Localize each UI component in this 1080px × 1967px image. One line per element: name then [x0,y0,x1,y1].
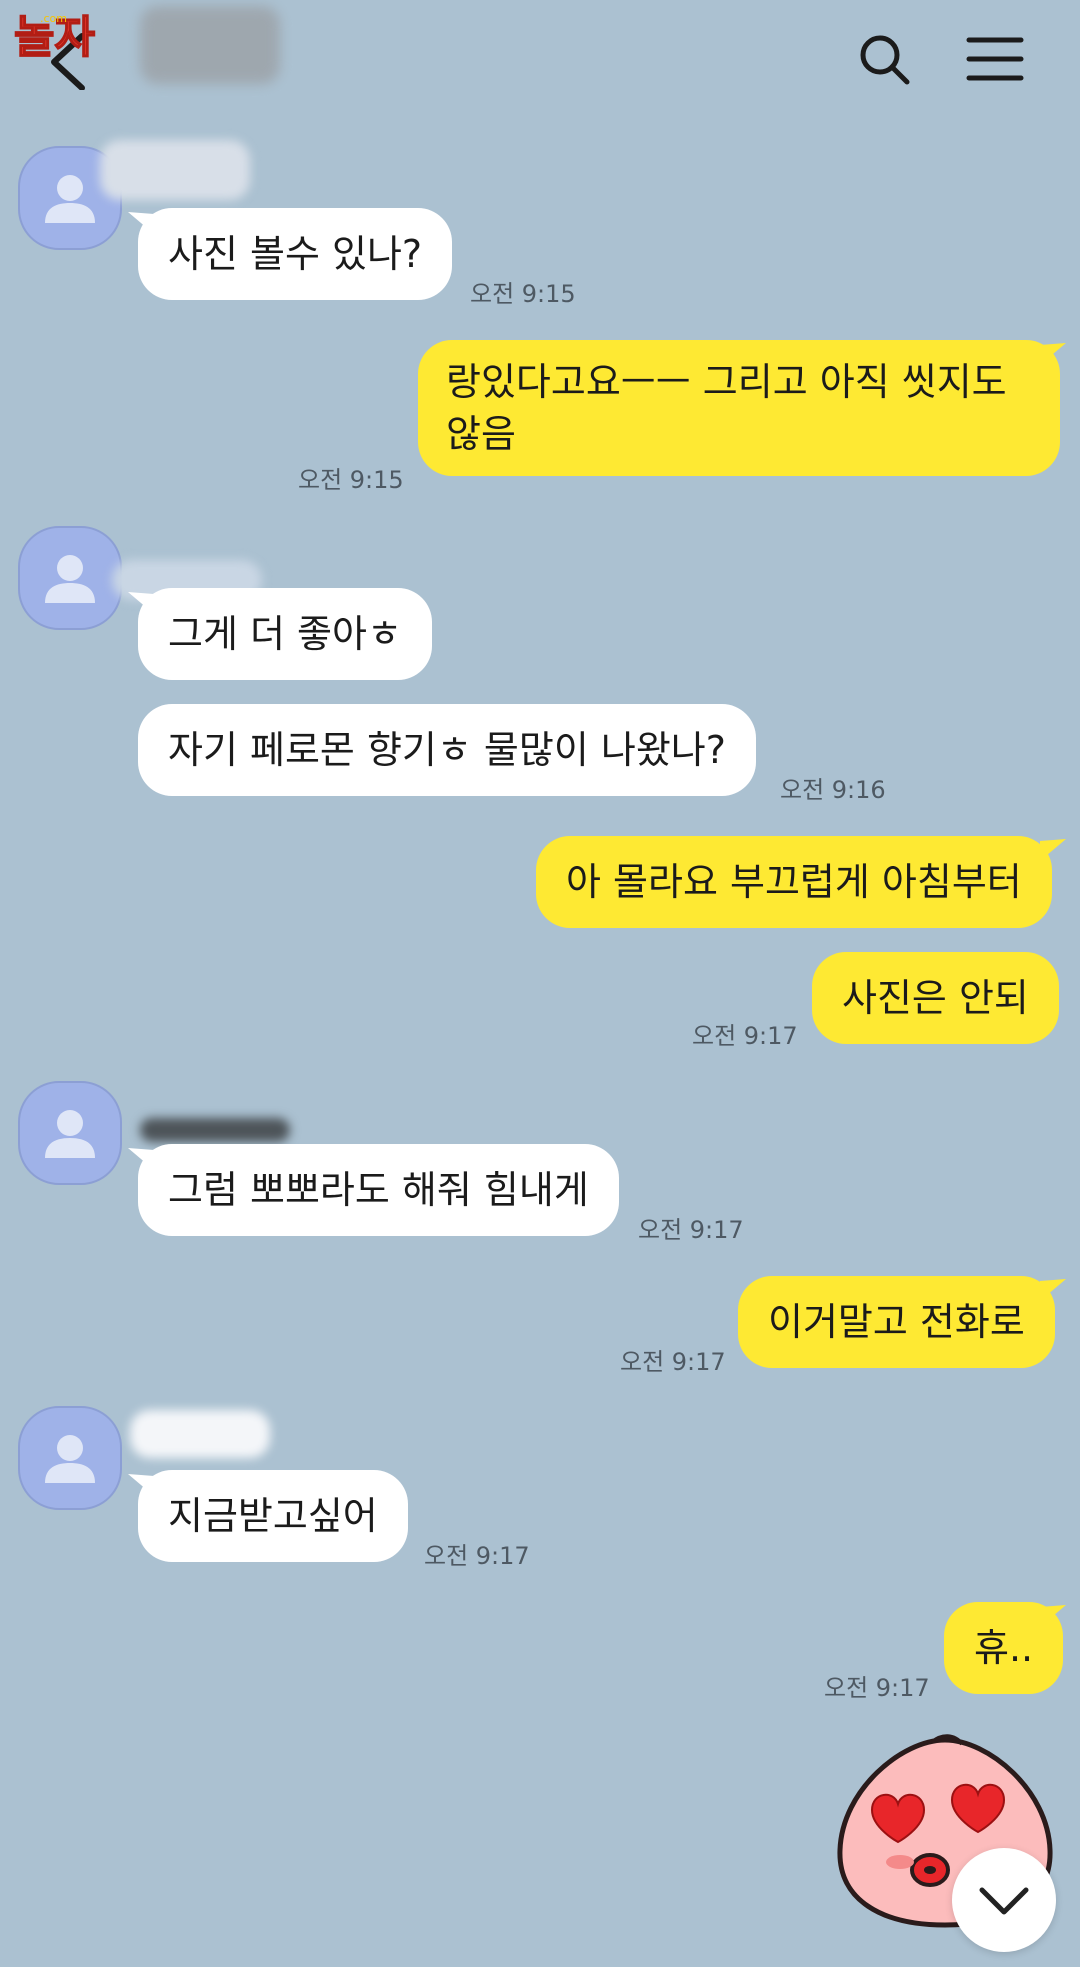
chat-header: 놀자 .com [0,0,1080,120]
bubble-tail [1040,1605,1066,1627]
message-bubble[interactable]: 아 몰라요 부끄럽게 아침부터 [536,836,1052,928]
chat-title-blurred [140,6,280,84]
message-time: 오전 9:17 [692,1022,798,1050]
sender-avatar[interactable] [17,1080,123,1186]
bubble-tail [1040,839,1066,861]
message-time: 오전 9:17 [620,1348,726,1376]
bubble-tail [1040,1279,1066,1301]
bubble-tail [128,1148,154,1170]
message-bubble[interactable]: 랑있다고요ㅡㅡ 그리고 아직 씻지도 않음 [418,340,1060,476]
message-time: 오전 9:16 [780,776,886,804]
sender-name-blurred [140,1118,290,1142]
message-time: 오전 9:15 [470,280,576,308]
bubble-tail [128,212,154,234]
search-icon[interactable] [855,30,915,90]
message-time: 오전 9:15 [298,466,404,494]
scroll-to-bottom-button[interactable] [952,1848,1056,1952]
chevron-down-icon [979,1887,1029,1915]
bubble-tail [128,592,154,614]
svg-text:.com: .com [40,12,67,25]
sender-avatar[interactable] [17,1405,123,1511]
message-bubble[interactable]: 지금받고싶어 [138,1470,408,1562]
bubble-tail [128,1474,154,1496]
bubble-tail [1040,343,1066,365]
message-bubble[interactable]: 이거말고 전화로 [738,1276,1055,1368]
sender-name-blurred [130,1410,270,1458]
watermark-logo: 놀자 .com [13,11,95,60]
message-bubble[interactable]: 사진 볼수 있나? [138,208,453,300]
message-bubble[interactable]: 그게 더 좋아ㅎ [138,588,432,680]
message-time: 오전 9:17 [638,1216,744,1244]
message-bubble[interactable]: 그럼 뽀뽀라도 해줘 힘내게 [138,1144,619,1236]
message-bubble[interactable]: 자기 페로몬 향기ㅎ 물많이 나왔나? [138,704,756,796]
sender-avatar[interactable] [17,525,123,631]
message-time: 오전 9:17 [424,1542,530,1570]
message-time: 오전 9:17 [824,1674,930,1702]
sender-name-blurred [100,140,250,200]
message-bubble[interactable]: 사진은 안되 [812,952,1059,1044]
hamburger-menu-icon[interactable] [965,32,1025,86]
